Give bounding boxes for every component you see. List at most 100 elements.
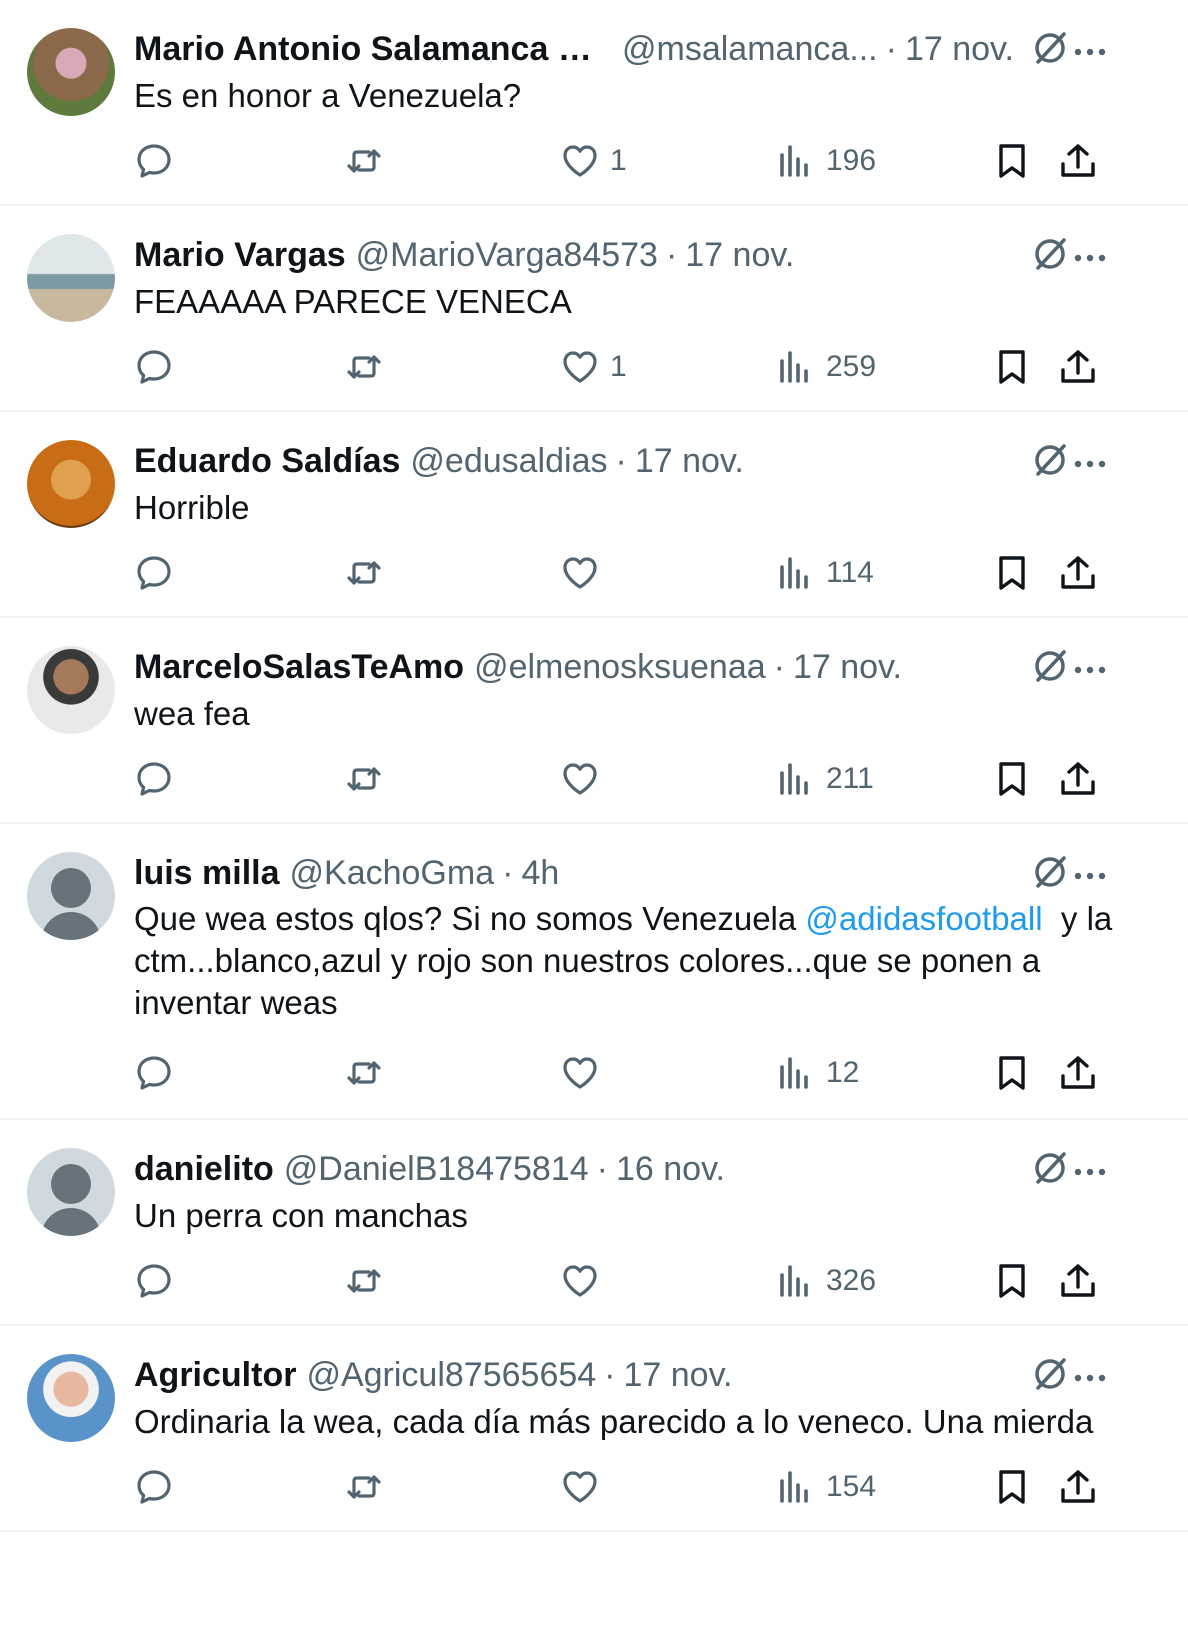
tweet-text: Horrible — [134, 489, 250, 526]
avatar[interactable] — [27, 440, 115, 528]
reply-icon — [137, 350, 171, 384]
views-button[interactable]: 114 — [776, 553, 874, 593]
retweet-button[interactable] — [344, 141, 384, 181]
tweet[interactable]: MarceloSalasTeAmo @elmenosksuenaa · 17 n… — [0, 618, 1188, 824]
share-button[interactable] — [1058, 1261, 1098, 1301]
views-icon — [780, 763, 808, 795]
share-button[interactable] — [1058, 1053, 1098, 1093]
avatar[interactable] — [27, 234, 115, 322]
tweet[interactable]: Agricultor @Agricul87565654 · 17 nov. Or… — [0, 1326, 1188, 1532]
grok-icon[interactable] — [1030, 1148, 1070, 1188]
grok-icon[interactable] — [1030, 28, 1070, 68]
reply-button[interactable] — [134, 759, 174, 799]
like-button[interactable]: 1 — [560, 141, 627, 181]
bookmark-button[interactable] — [992, 141, 1032, 181]
tweet[interactable]: danielito @DanielB18475814 · 16 nov. Un … — [0, 1120, 1188, 1326]
avatar[interactable] — [27, 28, 115, 116]
user-handle[interactable]: @KachoGma — [290, 854, 495, 893]
share-button[interactable] — [1058, 347, 1098, 387]
timestamp[interactable]: 17 nov. — [793, 648, 902, 687]
retweet-button[interactable] — [344, 1467, 384, 1507]
reply-button[interactable] — [134, 553, 174, 593]
bookmark-button[interactable] — [992, 553, 1032, 593]
retweet-button[interactable] — [344, 1053, 384, 1093]
more-icon[interactable] — [1072, 1154, 1108, 1190]
retweet-button[interactable] — [344, 553, 384, 593]
share-button[interactable] — [1058, 141, 1098, 181]
display-name[interactable]: Mario Vargas — [134, 236, 346, 275]
reply-button[interactable] — [134, 1053, 174, 1093]
bookmark-button[interactable] — [992, 1261, 1032, 1301]
display-name[interactable]: luis milla — [134, 854, 280, 893]
like-button[interactable] — [560, 1467, 610, 1507]
like-button[interactable] — [560, 1261, 610, 1301]
reply-icon — [137, 1470, 171, 1504]
retweet-button[interactable] — [344, 347, 384, 387]
more-icon[interactable] — [1072, 34, 1108, 70]
mention-link[interactable]: @adidasfootball — [805, 900, 1042, 937]
user-handle[interactable]: @MarioVarga84573 — [356, 236, 658, 275]
avatar[interactable] — [27, 1354, 115, 1442]
grok-icon[interactable] — [1030, 852, 1070, 892]
bookmark-button[interactable] — [992, 1467, 1032, 1507]
tweet[interactable]: Mario Antonio Salamanca C... @msalamanca… — [0, 0, 1188, 206]
display-name[interactable]: danielito — [134, 1150, 274, 1189]
views-button[interactable]: 196 — [776, 141, 876, 181]
more-icon[interactable] — [1072, 240, 1108, 276]
tweet[interactable]: luis milla @KachoGma · 4h Que wea estos … — [0, 824, 1188, 1120]
timestamp[interactable]: 17 nov. — [635, 442, 744, 481]
reply-button[interactable] — [134, 141, 174, 181]
tweet[interactable]: Eduardo Saldías @edusaldias · 17 nov. Ho… — [0, 412, 1188, 618]
grok-icon[interactable] — [1030, 234, 1070, 274]
avatar[interactable] — [27, 646, 115, 734]
more-icon[interactable] — [1072, 858, 1108, 894]
user-handle[interactable]: @edusaldias — [410, 442, 607, 481]
bookmark-button[interactable] — [992, 347, 1032, 387]
views-icon — [780, 1471, 808, 1503]
display-name[interactable]: Mario Antonio Salamanca C... — [134, 30, 604, 69]
views-button[interactable]: 154 — [776, 1467, 876, 1507]
avatar[interactable] — [27, 852, 115, 940]
user-handle[interactable]: @Agricul87565654 — [306, 1356, 596, 1395]
user-handle[interactable]: @msalamanca... — [622, 30, 878, 69]
more-icon[interactable] — [1072, 652, 1108, 688]
share-button[interactable] — [1058, 759, 1098, 799]
more-icon[interactable] — [1072, 1360, 1108, 1396]
display-name[interactable]: MarceloSalasTeAmo — [134, 648, 464, 687]
reply-button[interactable] — [134, 1261, 174, 1301]
views-button[interactable]: 211 — [776, 759, 874, 799]
grok-icon[interactable] — [1030, 440, 1070, 480]
bookmark-button[interactable] — [992, 1053, 1032, 1093]
timestamp[interactable]: 17 nov. — [624, 1356, 733, 1395]
retweet-button[interactable] — [344, 1261, 384, 1301]
reply-button[interactable] — [134, 1467, 174, 1507]
timestamp[interactable]: 16 nov. — [616, 1150, 725, 1189]
like-button[interactable] — [560, 553, 610, 593]
timestamp[interactable]: 4h — [521, 854, 559, 893]
display-name[interactable]: Agricultor — [134, 1356, 296, 1395]
share-button[interactable] — [1058, 1467, 1098, 1507]
user-handle[interactable]: @DanielB18475814 — [284, 1150, 589, 1189]
views-button[interactable]: 259 — [776, 347, 876, 387]
tweet-text-part: Que wea estos qlos? Si no somos Venezuel… — [134, 900, 806, 937]
views-button[interactable]: 12 — [776, 1053, 859, 1093]
user-handle[interactable]: @elmenosksuenaa — [474, 648, 766, 687]
like-button[interactable] — [560, 759, 610, 799]
grok-icon[interactable] — [1030, 1354, 1070, 1394]
reply-button[interactable] — [134, 347, 174, 387]
views-button[interactable]: 326 — [776, 1261, 876, 1301]
like-button[interactable] — [560, 1053, 610, 1093]
display-name[interactable]: Eduardo Saldías — [134, 442, 400, 481]
bookmark-button[interactable] — [992, 759, 1032, 799]
heart-icon — [563, 1471, 597, 1503]
grok-icon[interactable] — [1030, 646, 1070, 686]
views-icon — [780, 351, 808, 383]
share-button[interactable] — [1058, 553, 1098, 593]
tweet[interactable]: Mario Vargas @MarioVarga84573 · 17 nov. … — [0, 206, 1188, 412]
avatar[interactable] — [27, 1148, 115, 1236]
retweet-button[interactable] — [344, 759, 384, 799]
like-button[interactable]: 1 — [560, 347, 627, 387]
timestamp[interactable]: 17 nov. — [905, 30, 1014, 69]
timestamp[interactable]: 17 nov. — [685, 236, 794, 275]
more-icon[interactable] — [1072, 446, 1108, 482]
